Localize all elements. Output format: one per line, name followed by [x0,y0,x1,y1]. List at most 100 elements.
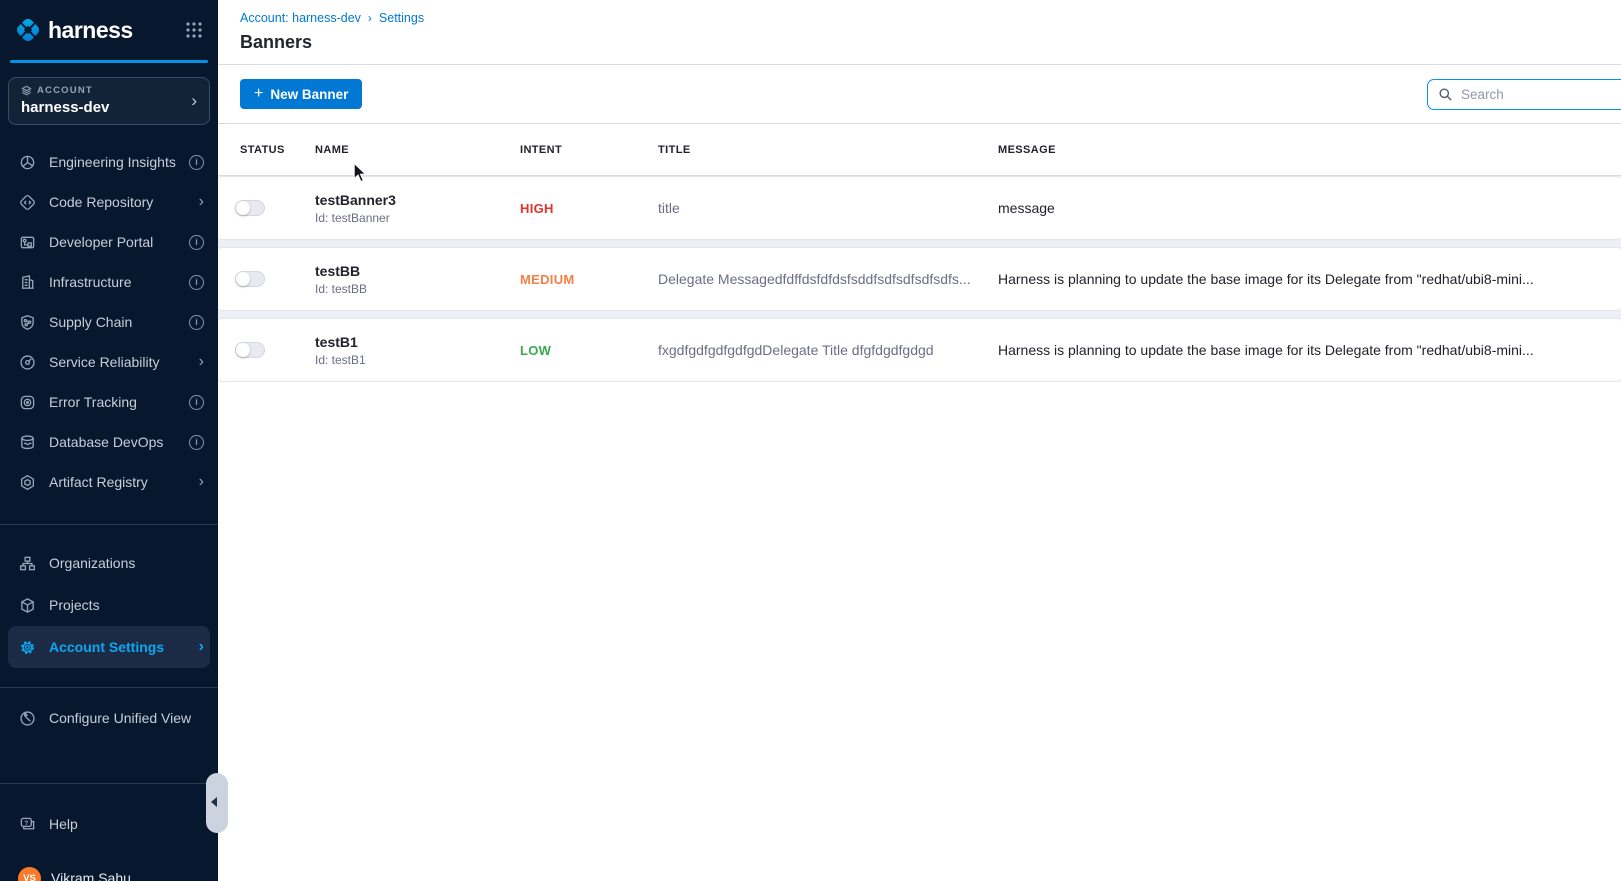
status-toggle[interactable] [235,271,265,287]
module-nav: Engineering Insights i Code Repository ›… [0,142,218,502]
code-repository-icon [18,193,36,211]
chevron-right-icon: › [199,354,204,370]
engineering-insights-icon [18,153,36,171]
service-reliability-icon [18,353,36,371]
supply-chain-icon [18,313,36,331]
sidebar-item-configure-unified-view[interactable]: Configure Unified View [0,698,218,738]
sidebar-item-organizations[interactable]: Organizations [0,542,218,584]
layers-icon [21,85,32,96]
column-header-name: NAME [315,144,520,156]
column-header-message: MESSAGE [998,144,1621,156]
info-icon[interactable]: i [189,155,204,170]
sidebar-item-projects[interactable]: Projects [0,584,218,626]
intent-badge: HIGH [520,201,658,216]
projects-icon [18,596,36,614]
sidebar-item-label: Help [49,816,204,832]
chevron-right-icon: › [199,194,204,210]
info-icon[interactable]: i [189,315,204,330]
intent-badge: LOW [520,343,658,358]
page-title: Banners [218,25,1621,65]
new-banner-button[interactable]: + New Banner [240,79,362,109]
search-input[interactable] [1461,87,1621,102]
sidebar-item-label: Organizations [49,555,204,571]
status-toggle[interactable] [235,342,265,358]
sidebar-item-service-reliability[interactable]: Service Reliability › [0,342,218,382]
sidebar-item-artifact-registry[interactable]: Artifact Registry › [0,462,218,502]
info-icon[interactable]: i [189,235,204,250]
account-name: harness-dev [21,99,197,116]
toolbar: + New Banner [218,65,1621,124]
error-tracking-icon [18,393,36,411]
sidebar-divider [0,524,218,525]
banner-message: Harness is planning to update the base i… [998,271,1621,287]
breadcrumb: Account: harness-dev › Settings [218,0,1621,25]
sidebar-divider [0,687,218,688]
search-icon [1438,87,1453,102]
sidebar-item-label: Engineering Insights [49,154,176,170]
settings-gear-icon [18,638,36,656]
sidebar-item-error-tracking[interactable]: Error Tracking i [0,382,218,422]
banner-title: title [658,200,998,216]
sidebar-item-supply-chain[interactable]: Supply Chain i [0,302,218,342]
toggle-knob [236,201,250,215]
table-header: STATUS NAME INTENT TITLE MESSAGE [218,124,1621,176]
banner-id: Id: testB1 [315,353,520,367]
sidebar-item-label: Account Settings [49,639,186,655]
account-scope-nav: Organizations Projects Account Settings … [0,542,218,668]
developer-portal-icon [18,233,36,251]
banner-title: fxgdfgdfgdfgdfgdDelegate Title dfgfdgdfg… [658,342,998,358]
harness-logo[interactable]: harness [14,16,186,44]
sidebar-item-label: Artifact Registry [49,474,186,490]
infrastructure-icon [18,273,36,291]
sidebar-divider [0,783,218,784]
sidebar-item-label: Error Tracking [49,394,176,410]
app-launcher-icon[interactable] [186,22,202,38]
header-accent-rule [10,60,208,63]
user-name: Vikram Sahu [51,870,131,881]
sidebar-item-account-settings[interactable]: Account Settings › [8,626,210,668]
breadcrumb-settings-link[interactable]: Settings [379,11,424,25]
sidebar-item-label: Service Reliability [49,354,186,370]
sidebar-item-label: Supply Chain [49,314,176,330]
breadcrumb-account-link[interactable]: Account: harness-dev [240,11,361,25]
sidebar-item-code-repository[interactable]: Code Repository › [0,182,218,222]
logo-text: harness [48,17,133,44]
sidebar-item-label: Developer Portal [49,234,176,250]
sidebar-item-infrastructure[interactable]: Infrastructure i [0,262,218,302]
info-icon[interactable]: i [189,435,204,450]
harness-logo-icon [14,16,42,44]
database-devops-icon [18,433,36,451]
info-icon[interactable]: i [189,395,204,410]
user-profile[interactable]: VS Vikram Sahu [0,858,218,881]
sidebar-header: harness [0,0,218,60]
sidebar-item-label: Infrastructure [49,274,176,290]
sidebar-item-engineering-insights[interactable]: Engineering Insights i [0,142,218,182]
table-row[interactable]: testBanner3 Id: testBanner HIGH title me… [218,176,1621,240]
svg-text:?: ? [24,819,28,826]
sidebar-item-label: Configure Unified View [49,710,204,726]
sidebar-footer: ? Help VS Vikram Sahu [0,783,218,881]
column-header-status: STATUS [218,144,315,156]
account-switcher[interactable]: ACCOUNT harness-dev › [8,77,210,125]
toggle-knob [236,343,250,357]
status-toggle[interactable] [235,200,265,216]
banner-rows: testBanner3 Id: testBanner HIGH title me… [218,176,1621,382]
sidebar-item-label: Projects [49,597,204,613]
sidebar-item-label: Database DevOps [49,434,176,450]
sidebar-collapse-handle[interactable] [206,773,228,833]
column-header-intent: INTENT [520,144,658,156]
main-content: Account: harness-dev › Settings Banners … [218,0,1621,881]
collapse-arrow-icon [211,797,217,807]
info-icon[interactable]: i [189,275,204,290]
column-header-title: TITLE [658,144,998,156]
sidebar-item-database-devops[interactable]: Database DevOps i [0,422,218,462]
plus-icon: + [254,86,263,102]
sidebar-item-help[interactable]: ? Help [0,804,218,844]
unified-view-icon [18,709,36,727]
table-row[interactable]: testBB Id: testBB MEDIUM Delegate Messag… [218,247,1621,311]
sidebar: harness ACCOUNT harness-dev › Engineerin… [0,0,218,881]
sidebar-item-developer-portal[interactable]: Developer Portal i [0,222,218,262]
new-banner-label: New Banner [270,87,348,102]
toggle-knob [236,272,250,286]
table-row[interactable]: testB1 Id: testB1 LOW fxgdfgdfgdfgdfgdDe… [218,318,1621,382]
